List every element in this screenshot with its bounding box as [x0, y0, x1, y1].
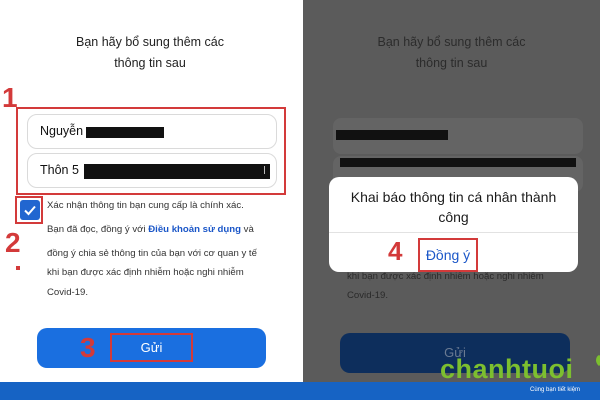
step2-dot: [16, 266, 20, 270]
dim-header-line2: thông tin sau: [415, 56, 488, 70]
consent-line5: Covid-19.: [47, 287, 89, 298]
consent-line4: khi bạn được xác định nhiễm hoặc nghi nh…: [47, 267, 244, 278]
step2-number: 2: [5, 227, 21, 258]
dialog-divider: [329, 232, 578, 233]
step4-number: 4: [388, 236, 403, 266]
dialog-ok-label: Đồng ý: [425, 247, 471, 263]
form-header-line1: Bạn hãy bổ sung thêm các: [75, 35, 224, 49]
consent-line3: đồng ý chia sẻ thông tin của bạn với cơ …: [47, 248, 257, 259]
logo-brand: chanhtuoi: [440, 354, 574, 384]
leaf-icon: [596, 355, 600, 366]
step3-number: 3: [80, 332, 96, 363]
dim-redacted-address: [340, 158, 576, 167]
dim-name-field: [333, 118, 583, 154]
consent-line2: Bạn đã đọc, đồng ý với Điều khoản sử dụn…: [47, 224, 254, 235]
dim-redacted-name: [336, 130, 448, 140]
terms-of-use-link[interactable]: Điều khoản sử dụng: [148, 224, 241, 235]
dim-consent-line5: Covid-19.: [347, 290, 389, 301]
form-header-line2: thông tin sau: [114, 56, 186, 70]
dim-header-line1: Bạn hãy bổ sung thêm các: [377, 35, 526, 49]
dialog-message: Khai báo thông tin cá nhân thành công: [350, 189, 557, 225]
step3-highlight-frame: [110, 333, 193, 362]
consent-line2-suffix: và: [241, 224, 254, 235]
dim-consent-line4: khi bạn được xác định nhiễm hoặc nghi nh…: [347, 271, 544, 282]
step1-number: 1: [2, 82, 18, 113]
logo-tagline: Cùng bạn tiết kiệm: [530, 387, 581, 393]
step2-highlight-frame: [15, 196, 43, 224]
consent-line2-prefix: Bạn đã đọc, đồng ý với: [47, 224, 149, 235]
step1-highlight-frame: [16, 107, 286, 195]
chanhtuoi-logo: chanhtuoi Cùng bạn tiết kiệm: [440, 354, 600, 394]
dialog-ok-button[interactable]: Đồng ý: [418, 238, 478, 272]
right-panel-dimmed: Bạn hãy bổ sung thêm các thông tin sau k…: [303, 0, 600, 382]
consent-line1: Xác nhận thông tin bạn cung cấp là chính…: [47, 200, 244, 211]
